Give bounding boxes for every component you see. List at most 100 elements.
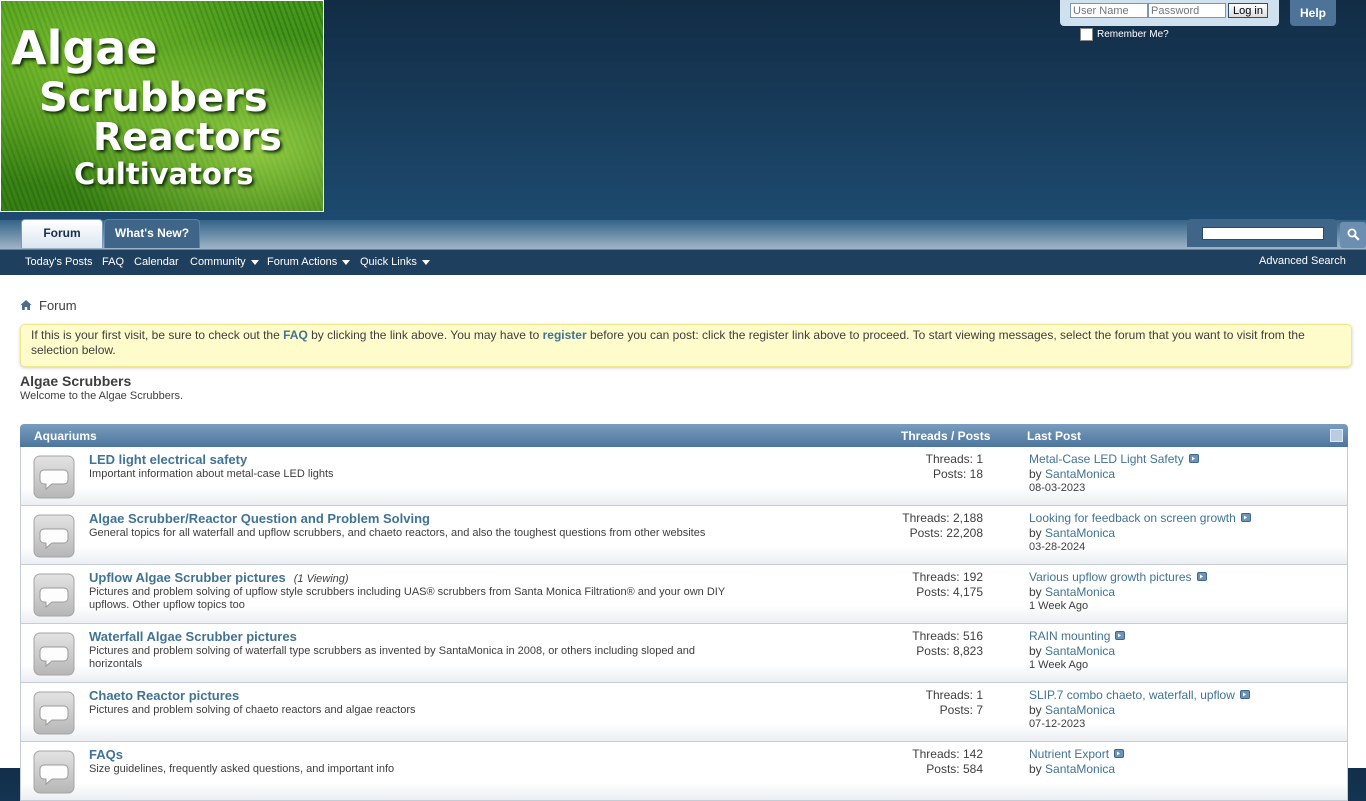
- forum-group-name[interactable]: Aquariums: [34, 429, 97, 443]
- forum-title[interactable]: Upflow Algae Scrubber pictures (1 Viewing…: [89, 570, 349, 585]
- search-button[interactable]: [1340, 222, 1366, 248]
- last-post-title[interactable]: Metal-Case LED Light Safety: [1029, 452, 1184, 466]
- advanced-search-link[interactable]: Advanced Search: [1259, 255, 1346, 267]
- subnav-faq[interactable]: FAQ: [102, 256, 124, 268]
- go-to-post-icon[interactable]: [1240, 513, 1251, 522]
- password-input[interactable]: [1148, 3, 1226, 18]
- home-icon[interactable]: [20, 299, 32, 311]
- go-to-post-icon[interactable]: [1114, 749, 1125, 758]
- go-to-post-icon[interactable]: [1188, 454, 1199, 463]
- sub-navigation: Today's Posts FAQ Calendar Community For…: [0, 249, 1366, 276]
- forum-title[interactable]: FAQs: [89, 747, 131, 762]
- forum-status-icon: [33, 514, 75, 558]
- notice-text: If this is your first visit, be sure to …: [31, 328, 284, 342]
- notice-register-link[interactable]: register: [543, 328, 587, 342]
- username-input[interactable]: [1070, 3, 1148, 18]
- forum-title-text[interactable]: Upflow Algae Scrubber pictures: [89, 570, 286, 585]
- forum-row: Chaeto Reactor pictures Pictures and prob…: [20, 683, 1348, 742]
- last-post-title[interactable]: Nutrient Export: [1029, 747, 1109, 761]
- thread-count: Threads: 1: [925, 452, 983, 466]
- chevron-down-icon: [421, 259, 430, 265]
- last-post-link[interactable]: RAIN mounting: [1029, 629, 1126, 643]
- last-post-link[interactable]: Metal-Case LED Light Safety: [1029, 452, 1199, 466]
- site-logo[interactable]: Algae Scrubbers Reactors Cultivators: [0, 0, 324, 212]
- forum-row: Waterfall Algae Scrubber pictures Picture…: [20, 624, 1348, 683]
- author-link[interactable]: SantaMonica: [1045, 762, 1115, 776]
- by-label: by: [1029, 526, 1046, 540]
- category-description: Welcome to the Algae Scrubbers.: [20, 390, 184, 402]
- post-count: Posts: 8,823: [916, 644, 983, 658]
- forum-description: Important information about metal-case L…: [89, 468, 334, 480]
- last-post-title[interactable]: Various upflow growth pictures: [1029, 570, 1192, 584]
- author-link[interactable]: SantaMonica: [1045, 585, 1115, 599]
- forum-status-icon: [33, 573, 75, 617]
- last-post-author: by SantaMonica: [1029, 467, 1115, 481]
- forum-title[interactable]: LED light electrical safety: [89, 452, 255, 467]
- forum-row: Algae Scrubber/Reactor Question and Prob…: [20, 506, 1348, 565]
- forum-title-text[interactable]: LED light electrical safety: [89, 452, 247, 467]
- forum-title-text[interactable]: Waterfall Algae Scrubber pictures: [89, 629, 297, 644]
- forum-title-text[interactable]: Chaeto Reactor pictures: [89, 688, 239, 703]
- last-post-link[interactable]: Nutrient Export: [1029, 747, 1125, 761]
- threads-posts-header: Threads / Posts: [901, 429, 991, 443]
- forum-title[interactable]: Chaeto Reactor pictures: [89, 688, 247, 703]
- forum-description: General topics for all waterfall and upf…: [89, 527, 706, 539]
- subnav-todays-posts[interactable]: Today's Posts: [25, 256, 93, 268]
- forum-title[interactable]: Waterfall Algae Scrubber pictures: [89, 629, 305, 644]
- login-button[interactable]: Log in: [1228, 3, 1268, 18]
- last-post-author: by SantaMonica: [1029, 644, 1115, 658]
- category-title[interactable]: Algae Scrubbers: [20, 373, 131, 389]
- last-post-author: by SantaMonica: [1029, 585, 1115, 599]
- forum-row: FAQs Size guidelines, frequently asked qu…: [20, 742, 1348, 801]
- viewing-count: (1 Viewing): [293, 573, 349, 585]
- author-link[interactable]: SantaMonica: [1045, 703, 1115, 717]
- by-label: by: [1029, 644, 1046, 658]
- post-count: Posts: 4,175: [916, 585, 983, 599]
- remember-me[interactable]: Remember Me?: [1080, 28, 1169, 41]
- by-label: by: [1029, 467, 1046, 481]
- last-post-date: 08-03-2023: [1029, 482, 1086, 494]
- forum-description: Pictures and problem solving of upflow s…: [89, 586, 725, 611]
- forum-row: Upflow Algae Scrubber pictures (1 Viewing…: [20, 565, 1348, 624]
- forum-title[interactable]: Algae Scrubber/Reactor Question and Prob…: [89, 511, 438, 526]
- subnav-community[interactable]: Community: [190, 256, 259, 268]
- last-post-link[interactable]: Various upflow growth pictures: [1029, 570, 1207, 584]
- last-post-title[interactable]: RAIN mounting: [1029, 629, 1110, 643]
- author-link[interactable]: SantaMonica: [1045, 467, 1115, 481]
- search-input[interactable]: [1202, 227, 1324, 240]
- go-to-post-icon[interactable]: [1196, 572, 1207, 581]
- login-form: Log in: [1060, 0, 1279, 26]
- logo-text-line: Cultivators: [74, 157, 254, 191]
- last-post-title[interactable]: SLIP.7 combo chaeto, waterfall, upflow: [1029, 688, 1235, 702]
- forum-title-text[interactable]: FAQs: [89, 747, 123, 762]
- collapse-icon[interactable]: [1330, 429, 1343, 442]
- forum-status-icon: [33, 632, 75, 676]
- welcome-notice: If this is your first visit, be sure to …: [20, 324, 1352, 367]
- subnav-forum-actions[interactable]: Forum Actions: [267, 256, 351, 268]
- help-button[interactable]: Help: [1290, 0, 1336, 26]
- subnav-forum-actions-label: Forum Actions: [267, 256, 338, 268]
- tab-whats-new[interactable]: What's New?: [104, 219, 200, 248]
- forum-description: Size guidelines, frequently asked questi…: [89, 763, 395, 775]
- main-content: Forum If this is your first visit, be su…: [0, 275, 1366, 801]
- tab-forum[interactable]: Forum: [21, 219, 103, 248]
- author-link[interactable]: SantaMonica: [1045, 644, 1115, 658]
- go-to-post-icon[interactable]: [1115, 631, 1126, 640]
- subnav-calendar[interactable]: Calendar: [134, 256, 179, 268]
- post-count: Posts: 18: [932, 467, 983, 481]
- notice-faq-link[interactable]: FAQ: [283, 328, 308, 342]
- post-count: Posts: 584: [926, 762, 983, 776]
- thread-count: Threads: 142: [912, 747, 983, 761]
- thread-count: Threads: 192: [912, 570, 983, 584]
- post-count: Posts: 22,208: [909, 526, 983, 540]
- remember-me-checkbox[interactable]: [1080, 28, 1093, 41]
- thread-count: Threads: 2,188: [902, 511, 983, 525]
- go-to-post-icon[interactable]: [1239, 690, 1250, 699]
- forum-title-text[interactable]: Algae Scrubber/Reactor Question and Prob…: [89, 511, 430, 526]
- chevron-down-icon: [250, 259, 259, 265]
- last-post-link[interactable]: Looking for feedback on screen growth: [1029, 511, 1251, 525]
- author-link[interactable]: SantaMonica: [1045, 526, 1115, 540]
- last-post-title[interactable]: Looking for feedback on screen growth: [1029, 511, 1236, 525]
- subnav-quick-links[interactable]: Quick Links: [360, 256, 430, 268]
- last-post-link[interactable]: SLIP.7 combo chaeto, waterfall, upflow: [1029, 688, 1250, 702]
